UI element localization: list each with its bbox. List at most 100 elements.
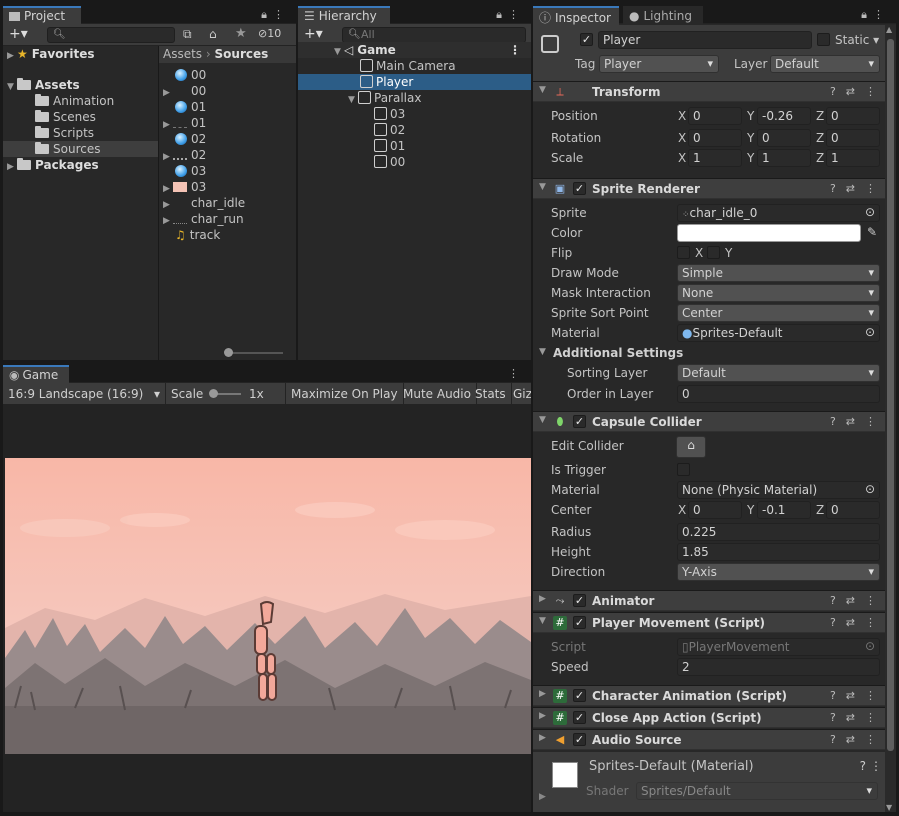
hierarchy-item-01[interactable]: 01 bbox=[298, 138, 531, 154]
mute-audio-toggle[interactable]: Mute Audio bbox=[398, 383, 477, 405]
project-search-input[interactable]: 🔍︎ bbox=[47, 27, 175, 43]
asset-item[interactable]: ▶ 00 bbox=[159, 83, 296, 99]
asset-item[interactable]: 00 bbox=[159, 67, 296, 83]
radius-field[interactable]: 0.225 bbox=[677, 523, 880, 541]
sprite-object-field[interactable]: ⁘char_idle_0 ⊙ bbox=[677, 204, 880, 222]
component-header-audio-source[interactable]: ▶ ◀︎ ✓ Audio Source ?⇄⋮ bbox=[533, 729, 896, 750]
tree-item-assets[interactable]: ▼ Assets bbox=[3, 77, 158, 93]
expand-arrow-icon[interactable]: ▶ bbox=[539, 711, 546, 721]
rotation-y-field[interactable]: 0 bbox=[757, 129, 811, 147]
position-y-field[interactable]: -0.26 bbox=[757, 107, 811, 125]
hierarchy-item-03[interactable]: 03 bbox=[298, 106, 531, 122]
gameobject-cube-icon[interactable] bbox=[541, 35, 559, 53]
inspector-scrollbar[interactable]: ▲ ▼ bbox=[885, 25, 896, 812]
scale-slider[interactable] bbox=[209, 389, 242, 398]
mask-interaction-dropdown[interactable]: None bbox=[677, 284, 880, 302]
flip-y-checkbox[interactable] bbox=[707, 246, 720, 259]
material-menu-icon[interactable]: ⋮ bbox=[870, 759, 882, 773]
expand-arrow-icon[interactable]: ▶ bbox=[539, 792, 546, 802]
tree-item-scripts[interactable]: Scripts bbox=[3, 125, 158, 141]
component-buttons[interactable]: ?⇄⋮ bbox=[830, 733, 886, 746]
aspect-dropdown[interactable]: 16:9 Landscape (16:9) ▾ bbox=[3, 383, 166, 405]
asset-item[interactable]: ▶ 01 bbox=[159, 115, 296, 131]
collapse-arrow-icon[interactable]: ▼ bbox=[539, 616, 546, 626]
collapse-arrow-icon[interactable]: ▼ bbox=[539, 182, 546, 192]
tree-item-favorites[interactable]: ▶ ★ Favorites bbox=[3, 46, 158, 62]
favorite-star-icon[interactable]: ★ bbox=[235, 26, 247, 41]
maximize-on-play-toggle[interactable]: Maximize On Play bbox=[286, 383, 404, 405]
component-enabled-checkbox[interactable]: ✓ bbox=[573, 594, 586, 607]
tab-menu-icons[interactable]: 🔒︎⋮ bbox=[261, 8, 290, 22]
tab-hierarchy[interactable]: ☰ Hierarchy bbox=[298, 6, 390, 25]
object-picker-icon[interactable]: ⊙ bbox=[865, 482, 875, 496]
scale-control[interactable]: Scale 1x bbox=[166, 383, 286, 405]
expand-arrow-icon[interactable]: ▶ bbox=[7, 159, 17, 175]
collapse-arrow-icon[interactable]: ▼ bbox=[539, 347, 546, 357]
component-buttons[interactable]: ?⇄⋮ bbox=[830, 594, 886, 607]
scale-z-field[interactable]: 1 bbox=[826, 149, 880, 167]
filter-by-type-icon[interactable]: ⧉ bbox=[183, 27, 192, 42]
speed-field[interactable]: 2 bbox=[677, 658, 880, 676]
physic-material-field[interactable]: None (Physic Material) ⊙ bbox=[677, 481, 880, 499]
eyedropper-icon[interactable]: ✎ bbox=[867, 225, 877, 239]
additional-settings-foldout[interactable]: ▼ Additional Settings bbox=[533, 343, 896, 363]
height-field[interactable]: 1.85 bbox=[677, 543, 880, 561]
sorting-layer-dropdown[interactable]: Default bbox=[677, 364, 880, 382]
icon-size-slider[interactable] bbox=[224, 348, 283, 357]
filter-by-label-icon[interactable]: ⌂ bbox=[209, 27, 217, 41]
center-y-field[interactable]: -0.1 bbox=[757, 501, 811, 519]
component-buttons[interactable]: ?⇄⋮ bbox=[830, 711, 886, 724]
asset-item[interactable]: ▶ char_idle bbox=[159, 195, 296, 211]
stats-toggle[interactable]: Stats bbox=[470, 383, 512, 405]
material-swatch[interactable] bbox=[552, 762, 578, 788]
tab-game[interactable]: ◉ Game bbox=[3, 365, 69, 384]
component-enabled-checkbox[interactable]: ✓ bbox=[573, 616, 586, 629]
layer-dropdown[interactable]: Default bbox=[770, 55, 880, 73]
component-enabled-checkbox[interactable]: ✓ bbox=[573, 415, 586, 428]
material-object-field[interactable]: ●Sprites-Default ⊙ bbox=[677, 324, 880, 342]
help-icon[interactable]: ? bbox=[860, 759, 866, 773]
scale-x-field[interactable]: 1 bbox=[688, 149, 742, 167]
object-name-field[interactable]: Player bbox=[598, 31, 812, 49]
is-trigger-checkbox[interactable] bbox=[677, 463, 690, 476]
component-header-character-animation[interactable]: ▶ # ✓ Character Animation (Script) ?⇄⋮ bbox=[533, 685, 896, 706]
asset-item[interactable]: ♫ track bbox=[159, 227, 296, 243]
tree-item-packages[interactable]: ▶ Packages bbox=[3, 157, 158, 173]
asset-item[interactable]: 01 bbox=[159, 99, 296, 115]
tab-inspector[interactable]: ⓘ Inspector bbox=[533, 6, 619, 25]
order-in-layer-field[interactable]: 0 bbox=[677, 385, 880, 403]
sort-point-dropdown[interactable]: Center bbox=[677, 304, 880, 322]
component-buttons[interactable]: ?⇄⋮ bbox=[830, 415, 886, 428]
expand-arrow-icon[interactable]: ▶ bbox=[539, 689, 546, 699]
edit-collider-button[interactable]: ⌂ bbox=[676, 436, 706, 458]
asset-item[interactable]: ▶ char_run bbox=[159, 211, 296, 227]
create-button[interactable]: +▾ bbox=[9, 26, 28, 42]
slider-handle[interactable] bbox=[209, 389, 219, 398]
static-dropdown[interactable]: Static ▾ bbox=[835, 33, 879, 47]
component-buttons[interactable]: ?⇄⋮ bbox=[830, 182, 886, 195]
scrollbar-thumb[interactable] bbox=[887, 39, 894, 751]
component-buttons[interactable]: ?⇄⋮ bbox=[830, 616, 886, 629]
active-checkbox[interactable]: ✓ bbox=[580, 33, 593, 46]
tab-menu-icons[interactable]: 🔒︎⋮ bbox=[496, 8, 525, 22]
gizmos-dropdown[interactable]: Giz bbox=[508, 383, 531, 405]
component-enabled-checkbox[interactable]: ✓ bbox=[573, 711, 586, 724]
scroll-up-icon[interactable]: ▲ bbox=[886, 25, 892, 34]
tab-menu-icons[interactable]: 🔒︎⋮ bbox=[861, 8, 890, 22]
rotation-z-field[interactable]: 0 bbox=[826, 129, 880, 147]
hierarchy-item-main-camera[interactable]: Main Camera bbox=[298, 58, 531, 74]
color-swatch-field[interactable] bbox=[677, 224, 861, 242]
component-header-animator[interactable]: ▶ ⤳ ✓ Animator ?⇄⋮ bbox=[533, 590, 896, 611]
component-header-transform[interactable]: ▼ ⟂ Transform ?⇄⋮ bbox=[533, 81, 896, 102]
component-buttons[interactable]: ?⇄⋮ bbox=[830, 689, 886, 702]
hierarchy-item-parallax[interactable]: ▼ Parallax bbox=[298, 90, 531, 106]
direction-dropdown[interactable]: Y-Axis bbox=[677, 563, 880, 581]
tree-item-animation[interactable]: Animation bbox=[3, 93, 158, 109]
tree-item-sources[interactable]: Sources bbox=[3, 141, 158, 157]
create-button[interactable]: +▾ bbox=[304, 26, 323, 42]
object-picker-icon[interactable]: ⊙ bbox=[865, 205, 875, 219]
component-header-capsule-collider[interactable]: ▼ ⬮ ✓ Capsule Collider ?⇄⋮ bbox=[533, 411, 896, 432]
collapse-arrow-icon[interactable]: ▼ bbox=[539, 85, 546, 95]
asset-item[interactable]: 03 bbox=[159, 163, 296, 179]
asset-item[interactable]: 02 bbox=[159, 131, 296, 147]
